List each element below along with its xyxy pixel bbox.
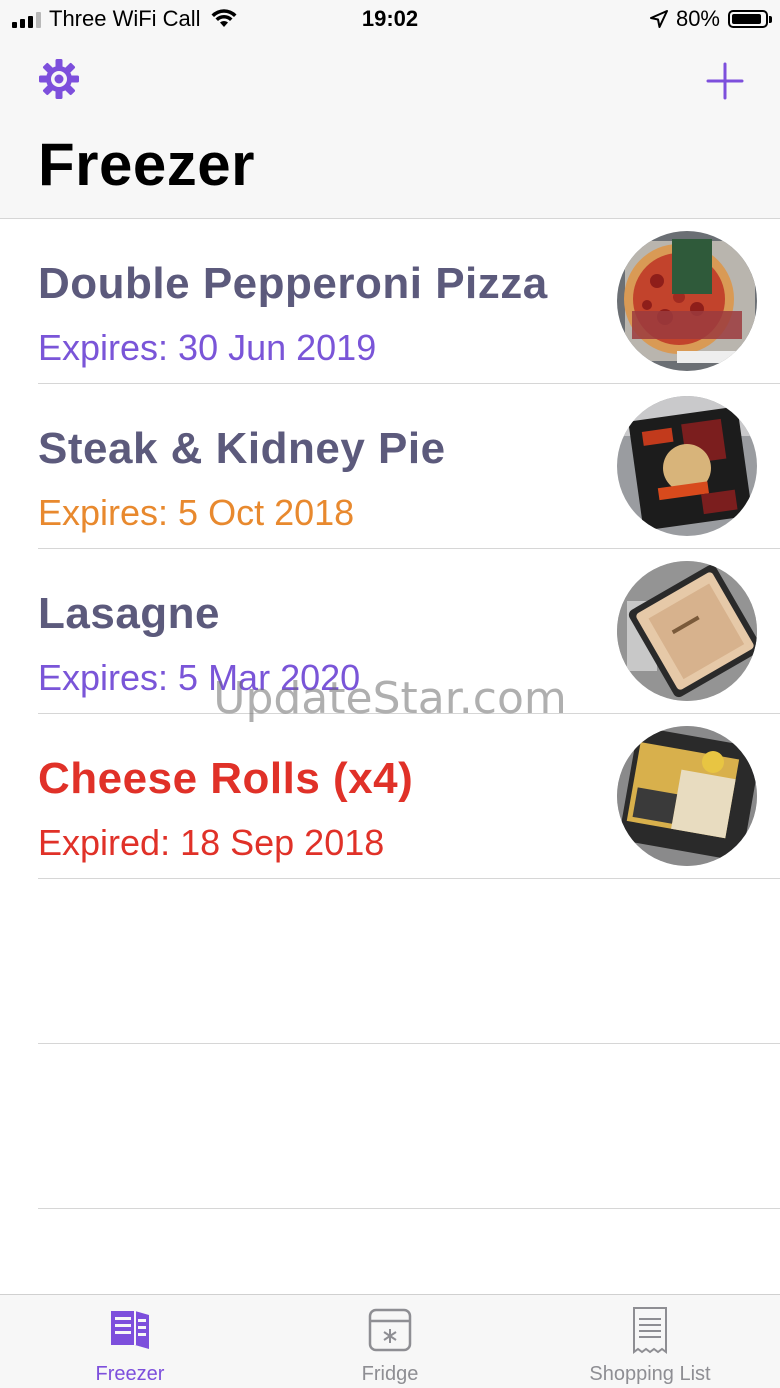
item-photo-pie: [617, 396, 757, 536]
tab-bar: Freezer Fridge Shopping List: [0, 1294, 780, 1388]
item-photo-lasagne: [617, 561, 757, 701]
item-expiry: Expires: 30 Jun 2019: [38, 327, 377, 368]
freezer-icon: [111, 1311, 149, 1349]
item-expiry: Expires: 5 Oct 2018: [38, 492, 355, 533]
shopping-list-icon: [633, 1307, 667, 1354]
plus-icon[interactable]: [706, 62, 744, 100]
list-item[interactable]: Steak & Kidney Pie Expires: 5 Oct 2018: [0, 384, 780, 549]
list-item[interactable]: Lasagne Expires: 5 Mar 2020: [0, 549, 780, 714]
list-item[interactable]: Double Pepperoni Pizza Expires: 30 Jun 2…: [0, 219, 780, 384]
tab-label: Fridge: [361, 1363, 419, 1385]
status-bar: Three WiFi Call 19:02 80%: [0, 0, 780, 40]
row-divider: [38, 1208, 780, 1209]
nav-header: Freezer: [0, 40, 780, 219]
status-right: 80%: [649, 6, 772, 32]
tab-label: Shopping List: [589, 1363, 711, 1385]
page-title: Freezer: [38, 131, 255, 198]
tab-label: Freezer: [95, 1363, 165, 1385]
item-name: Double Pepperoni Pizza: [38, 259, 548, 308]
list-item[interactable]: Cheese Rolls (x4) Expired: 18 Sep 2018: [0, 714, 780, 879]
gear-icon[interactable]: [38, 58, 80, 100]
item-name: Steak & Kidney Pie: [38, 424, 446, 473]
empty-row: [0, 1044, 780, 1209]
item-expiry: Expires: 5 Mar 2020: [38, 657, 361, 698]
tab-shopping-list[interactable]: Shopping List: [520, 1295, 780, 1388]
fridge-icon: [368, 1308, 412, 1352]
tab-freezer[interactable]: Freezer: [0, 1295, 260, 1388]
item-name: Cheese Rolls (x4): [38, 754, 414, 803]
item-photo-cheese-rolls: [617, 726, 757, 866]
battery-icon: [728, 10, 772, 28]
item-name: Lasagne: [38, 589, 221, 638]
empty-row: [0, 879, 780, 1044]
item-list: Double Pepperoni Pizza Expires: 30 Jun 2…: [0, 219, 780, 1209]
tab-fridge[interactable]: Fridge: [260, 1295, 520, 1388]
item-photo-pizza: [617, 231, 757, 371]
item-expiry: Expired: 18 Sep 2018: [38, 822, 385, 863]
location-arrow-icon: [649, 10, 668, 28]
battery-percent: 80%: [675, 6, 720, 31]
